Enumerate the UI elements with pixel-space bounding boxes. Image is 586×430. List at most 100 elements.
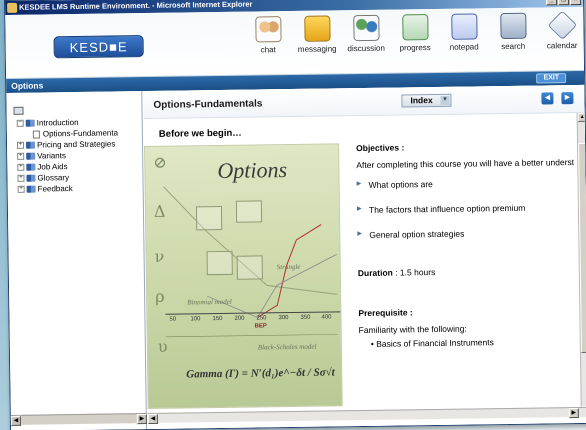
axis-tick-label: 100 [190, 316, 201, 323]
expand-icon[interactable]: + [16, 141, 25, 149]
greek-symbol: υ [157, 336, 168, 356]
index-label: Index [410, 95, 433, 106]
discussion-icon [352, 14, 380, 42]
toolbar: chat messaging discussion progress notep… [243, 10, 586, 55]
expand-icon[interactable]: + [17, 163, 25, 171]
prerequisite-intro: Familiarity with the following: [358, 323, 467, 336]
duration-label: Duration [357, 267, 393, 279]
axis-tick-label: 350 [300, 314, 311, 321]
strangle-caption: Strangle [276, 262, 301, 272]
expand-icon[interactable]: + [17, 152, 25, 160]
maximize-button[interactable]: □ [557, 0, 570, 6]
messaging-icon [303, 15, 331, 42]
chat-label: chat [260, 45, 276, 55]
content-horizontal-scrollbar[interactable]: ◀ ▶ [147, 406, 586, 425]
progress-label: progress [399, 43, 431, 53]
scroll-left-icon[interactable]: ◀ [10, 415, 21, 426]
book-icon [26, 185, 36, 193]
scroll-right-icon[interactable]: ▶ [568, 408, 579, 419]
notepad-button[interactable]: notepad [439, 11, 489, 52]
course-tree: − Introduction Options-Fundamenta + Pric… [6, 91, 142, 195]
discussion-label: discussion [347, 43, 385, 54]
search-button[interactable]: search [488, 11, 538, 52]
collapse-icon[interactable]: − [16, 119, 24, 127]
page-icon [32, 130, 40, 139]
tree-item-label: Introduction [36, 117, 79, 128]
messaging-button[interactable]: messaging [292, 13, 342, 54]
binomial-caption: Binomial model [187, 297, 232, 307]
scroll-left-icon[interactable]: ◀ [147, 413, 158, 425]
content-header: Options-Fundamentals Index ▼ ◀ ▶ [143, 84, 586, 120]
options-illustration: ⊘ Δ ν ρ υ Options Strangle Binomial mode… [144, 143, 343, 410]
objective-item: General option strategies [357, 227, 579, 240]
book-icon [26, 174, 36, 182]
prev-page-button[interactable]: ◀ [541, 92, 554, 105]
axis-tick-label: 50 [169, 316, 177, 323]
book-icon [26, 163, 36, 171]
chat-button[interactable]: chat [243, 14, 293, 55]
book-icon [26, 152, 36, 160]
window-title: KESDEE LMS Runtime Environment. - Micros… [19, 0, 253, 12]
close-button[interactable]: × [569, 0, 582, 6]
search-label: search [501, 41, 526, 52]
tree-item-label: Job Aids [37, 162, 68, 172]
greek-symbol: ρ [155, 286, 165, 306]
objectives-heading: Objectives : [356, 142, 405, 154]
book-icon [25, 119, 35, 127]
scroll-up-icon[interactable]: ▲ [577, 112, 586, 123]
course-info: Objectives : After completing this cours… [356, 140, 581, 357]
illustration-frame [195, 205, 223, 231]
content-vertical-scrollbar[interactable]: ▲ ▼ [576, 112, 586, 415]
axis-tick-label: 250 [256, 315, 267, 322]
expand-icon[interactable]: + [17, 174, 25, 182]
index-dropdown[interactable]: Index ▼ [401, 93, 452, 108]
discussion-button[interactable]: discussion [341, 13, 391, 54]
content-pane: Options-Fundamentals Index ▼ ◀ ▶ Before … [143, 84, 586, 430]
chevron-down-icon[interactable]: ▼ [440, 95, 450, 105]
messaging-label: messaging [297, 44, 337, 54]
search-icon [499, 12, 527, 40]
browser-window: KESDEE LMS Runtime Environment. - Micros… [4, 0, 586, 430]
progress-button[interactable]: progress [390, 12, 440, 53]
chat-icon [254, 16, 282, 43]
notepad-label: notepad [449, 42, 479, 52]
minimize-button[interactable]: _ [545, 0, 558, 6]
calendar-button[interactable]: calendar [537, 10, 586, 51]
prerequisite-heading: Prerequisite : [358, 307, 413, 319]
expand-icon[interactable]: + [17, 185, 25, 193]
scroll-right-icon[interactable]: ▶ [136, 414, 147, 425]
duration-value: : 1.5 hours [392, 267, 436, 278]
axis-tick-label: 300 [278, 315, 289, 322]
course-tree-pane: − Introduction Options-Fundamenta + Pric… [6, 91, 148, 430]
calendar-label: calendar [546, 40, 578, 51]
bep-label: BEP [254, 323, 267, 330]
course-title: Options [11, 80, 44, 91]
illustration-frame [236, 255, 263, 280]
axis-tick-label: 400 [321, 314, 332, 321]
page-title: Options-Fundamentals [153, 98, 263, 111]
tree-item-label: Variants [37, 151, 67, 161]
duration-line: Duration : 1.5 hours [358, 265, 580, 278]
tree-item-label: Feedback [37, 184, 73, 194]
window-controls: _ □ × [545, 0, 582, 6]
objective-item: What options are [357, 177, 579, 190]
kesdee-logo: KESD■E [53, 35, 144, 59]
greek-symbol: ⊘ [153, 152, 167, 172]
app-header: KESD■E chat messaging discussion progres… [5, 6, 586, 79]
illustration-frame [235, 200, 263, 223]
tree-item-label: Glossary [37, 173, 70, 183]
tree-horizontal-scrollbar[interactable]: ◀ ▶ [10, 413, 147, 426]
progress-icon [401, 14, 429, 41]
scrollbar-thumb[interactable] [578, 142, 586, 353]
illustration-frame [206, 250, 233, 276]
prerequisite-item: • Basics of Financial Instruments [370, 337, 494, 349]
illustration-heading: Options [217, 157, 288, 184]
next-page-button[interactable]: ▶ [561, 92, 574, 105]
tree-root-icon [13, 106, 24, 115]
greek-symbol: ν [154, 246, 165, 266]
exit-button[interactable]: EXIT [536, 73, 567, 84]
ie-icon [7, 2, 18, 13]
tree-item-feedback[interactable]: + Feedback [17, 182, 143, 195]
black-scholes-caption: Black-Scholes model [257, 342, 317, 352]
gamma-formula: Gamma (Γ) = N′(d₁)e^−δt / Sσ√t [186, 366, 335, 381]
